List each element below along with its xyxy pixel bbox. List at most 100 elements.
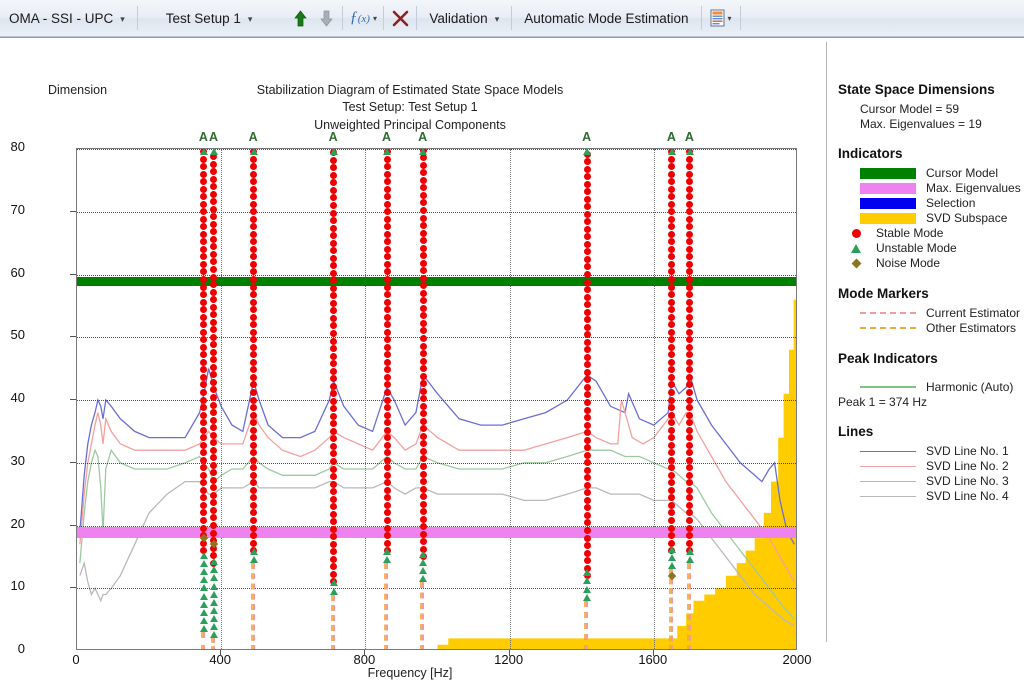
stable-mode-marker[interactable] <box>250 426 258 434</box>
unstable-mode-marker[interactable] <box>209 574 218 582</box>
stable-mode-marker[interactable] <box>330 352 338 360</box>
stable-mode-marker[interactable] <box>383 185 391 193</box>
stable-mode-marker[interactable] <box>583 383 591 391</box>
stable-mode-marker[interactable] <box>250 358 258 366</box>
stable-mode-marker[interactable] <box>419 176 427 184</box>
stable-mode-marker[interactable] <box>668 200 676 208</box>
stable-mode-marker[interactable] <box>200 298 208 306</box>
stable-mode-marker[interactable] <box>383 494 391 502</box>
stable-mode-marker[interactable] <box>583 240 591 248</box>
stable-mode-marker[interactable] <box>250 539 258 547</box>
stable-mode-marker[interactable] <box>583 429 591 437</box>
stable-mode-marker[interactable] <box>419 410 427 418</box>
stable-mode-marker[interactable] <box>668 328 676 336</box>
stabilization-diagram-panel[interactable]: Dimension Stabilization Diagram of Estim… <box>0 38 826 680</box>
stable-mode-marker[interactable] <box>330 254 338 262</box>
unstable-mode-marker[interactable] <box>419 558 428 566</box>
stable-mode-marker[interactable] <box>330 480 338 488</box>
app-method-menu[interactable]: OMA - SSI - UPC <box>0 0 134 36</box>
stable-mode-marker[interactable] <box>583 203 591 211</box>
unstable-mode-marker[interactable] <box>209 623 218 631</box>
unstable-mode-marker[interactable] <box>209 558 218 566</box>
stable-mode-marker[interactable] <box>583 534 591 542</box>
stable-mode-marker[interactable] <box>383 479 391 487</box>
stable-mode-marker[interactable] <box>419 523 427 531</box>
delete-x-icon[interactable] <box>387 0 413 36</box>
stable-mode-marker[interactable] <box>250 373 258 381</box>
unstable-mode-marker[interactable] <box>199 576 208 584</box>
stable-mode-marker[interactable] <box>383 291 391 299</box>
stable-mode-marker[interactable] <box>383 411 391 419</box>
stable-mode-marker[interactable] <box>668 298 676 306</box>
stable-mode-marker[interactable] <box>383 532 391 540</box>
stable-mode-marker[interactable] <box>686 155 694 163</box>
stable-mode-marker[interactable] <box>419 289 427 297</box>
stable-mode-marker[interactable] <box>583 474 591 482</box>
stable-mode-marker[interactable] <box>419 357 427 365</box>
stable-mode-marker[interactable] <box>583 225 591 233</box>
unstable-mode-marker[interactable] <box>209 598 218 606</box>
stable-mode-marker[interactable] <box>583 511 591 519</box>
unstable-mode-marker[interactable] <box>209 582 218 590</box>
stable-mode-marker[interactable] <box>668 313 676 321</box>
stable-mode-marker[interactable] <box>583 255 591 263</box>
stable-mode-marker[interactable] <box>330 171 338 179</box>
plot-canvas[interactable] <box>76 148 797 650</box>
stable-mode-marker[interactable] <box>250 313 258 321</box>
stable-mode-marker[interactable] <box>686 441 694 449</box>
stable-mode-marker[interactable] <box>419 500 427 508</box>
stable-mode-marker[interactable] <box>383 215 391 223</box>
stable-mode-marker[interactable] <box>330 525 338 533</box>
stable-mode-marker[interactable] <box>419 237 427 245</box>
stable-mode-marker[interactable] <box>250 155 258 163</box>
stable-mode-marker[interactable] <box>383 456 391 464</box>
stable-mode-marker[interactable] <box>419 530 427 538</box>
stable-mode-marker[interactable] <box>250 230 258 238</box>
stable-mode-marker[interactable] <box>583 451 591 459</box>
stable-mode-marker[interactable] <box>583 489 591 497</box>
stable-mode-marker[interactable] <box>383 351 391 359</box>
stable-mode-marker[interactable] <box>583 331 591 339</box>
unstable-mode-marker[interactable] <box>329 579 338 587</box>
stable-mode-marker[interactable] <box>250 200 258 208</box>
stable-mode-marker[interactable] <box>419 365 427 373</box>
stable-mode-marker[interactable] <box>583 195 591 203</box>
unstable-mode-marker[interactable] <box>419 566 428 574</box>
stable-mode-marker[interactable] <box>200 283 208 291</box>
unstable-mode-marker[interactable] <box>199 617 208 625</box>
stable-mode-marker[interactable] <box>583 158 591 166</box>
test-setup-selector[interactable]: Test Setup 1 <box>157 0 262 36</box>
stable-mode-marker[interactable] <box>583 399 591 406</box>
stable-mode-marker[interactable] <box>383 449 391 457</box>
stable-mode-marker[interactable] <box>383 245 391 253</box>
stable-mode-marker[interactable] <box>250 396 258 404</box>
stable-mode-marker[interactable] <box>330 510 338 518</box>
stable-mode-marker[interactable] <box>583 414 591 422</box>
stable-mode-marker[interactable] <box>383 208 391 216</box>
stable-mode-marker[interactable] <box>250 456 258 464</box>
stable-mode-marker[interactable] <box>583 308 591 316</box>
unstable-mode-marker[interactable] <box>667 554 676 562</box>
unstable-mode-marker[interactable] <box>383 556 392 564</box>
stable-mode-marker[interactable] <box>383 516 391 524</box>
stable-mode-marker[interactable] <box>686 539 694 547</box>
stable-mode-marker[interactable] <box>583 210 591 218</box>
stable-mode-marker[interactable] <box>583 180 591 188</box>
stable-mode-marker[interactable] <box>583 542 591 550</box>
stable-mode-marker[interactable] <box>383 238 391 246</box>
unstable-mode-marker[interactable] <box>199 625 208 633</box>
unstable-mode-marker[interactable] <box>419 550 428 558</box>
stable-mode-marker[interactable] <box>668 283 676 291</box>
stable-mode-marker[interactable] <box>383 373 391 381</box>
stable-mode-marker[interactable] <box>583 459 591 467</box>
stable-mode-marker[interactable] <box>250 283 258 291</box>
stable-mode-marker[interactable] <box>583 353 591 361</box>
stable-mode-marker[interactable] <box>250 328 258 336</box>
stable-mode-marker[interactable] <box>383 524 391 532</box>
stable-mode-marker[interactable] <box>330 382 338 390</box>
stable-mode-marker[interactable] <box>583 286 591 294</box>
stable-mode-marker[interactable] <box>668 396 676 404</box>
stable-mode-marker[interactable] <box>419 222 427 230</box>
stable-mode-marker[interactable] <box>583 338 591 346</box>
stable-mode-marker[interactable] <box>419 304 427 312</box>
